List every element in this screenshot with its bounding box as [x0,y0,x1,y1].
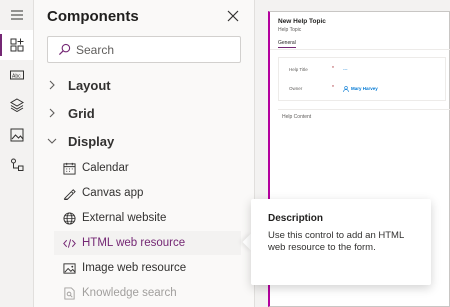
search-icon [58,43,71,56]
component-canvas-app[interactable]: Canvas app [54,181,241,205]
component-html-web-resource[interactable]: HTML web resource [54,231,241,255]
search-box[interactable] [47,36,241,63]
business-rules-rail-button[interactable] [0,150,33,180]
field-value[interactable]: --- [343,67,348,72]
form-section[interactable]: Help Title * --- Owner * Mary Harvey [278,57,446,101]
component-external-website[interactable]: External website [54,206,241,230]
calendar-icon [62,162,76,175]
group-label: Grid [68,105,95,121]
field-label: Help Content [282,114,312,120]
field-label: Owner [289,86,303,91]
required-marker: * [332,85,334,91]
panel-title: Components [47,8,139,25]
chevron-down-icon [47,138,57,144]
components-icon [10,38,23,52]
fields-rail-button[interactable]: Abc [0,60,33,90]
component-image-web-resource[interactable]: Image web resource [54,256,241,280]
canvas-app-icon [63,188,76,200]
component-label: HTML web resource [82,237,186,249]
hamburger-menu-button[interactable] [0,0,33,30]
knowledge-search-icon [63,286,75,300]
group-label: Layout [68,77,111,93]
globe-icon [62,211,76,225]
component-label: Canvas app [82,187,144,199]
group-label: Display [68,133,115,149]
component-knowledge-search[interactable]: Knowledge search [54,281,241,305]
field-value[interactable]: Mary Harvey [351,86,378,91]
search-input[interactable] [76,41,226,58]
component-label: Calendar [82,162,129,174]
tooltip-heading: Description [268,213,324,224]
components-panel: Components Layout Grid Display Calendar … [34,0,255,307]
group-grid[interactable]: Grid [47,102,95,124]
tab-general[interactable]: General [278,40,296,46]
component-label: External website [82,212,167,224]
code-icon [62,238,76,248]
svg-text:Abc: Abc [12,73,21,79]
tab-divider [270,49,450,50]
description-tooltip: Description Use this control to add an H… [251,199,431,285]
form-subtitle: Help Topic [278,27,302,33]
field-label: Help Title [289,67,308,72]
text-field-icon: Abc [9,70,24,80]
components-rail-button[interactable] [0,30,33,60]
component-label: Image web resource [82,262,187,274]
form-title: New Help Topic [278,18,326,25]
image-library-icon [10,128,23,142]
component-label: Knowledge search [82,287,177,299]
left-rail: Abc [0,0,34,307]
group-layout[interactable]: Layout [47,74,111,96]
group-display[interactable]: Display [47,130,114,152]
user-icon [343,86,349,92]
close-icon[interactable] [226,9,240,23]
flow-icon [10,158,23,171]
chevron-right-icon [49,108,55,118]
tooltip-body: Use this control to add an HTML web reso… [268,230,404,253]
image-icon [62,262,76,274]
chevron-right-icon [49,80,55,90]
hamburger-icon [10,10,23,20]
tab-underline [278,47,296,48]
layers-rail-button[interactable] [0,90,33,120]
required-marker: * [332,66,334,72]
layers-icon [9,98,24,112]
component-calendar[interactable]: Calendar [54,156,241,180]
form-libraries-rail-button[interactable] [0,120,33,150]
